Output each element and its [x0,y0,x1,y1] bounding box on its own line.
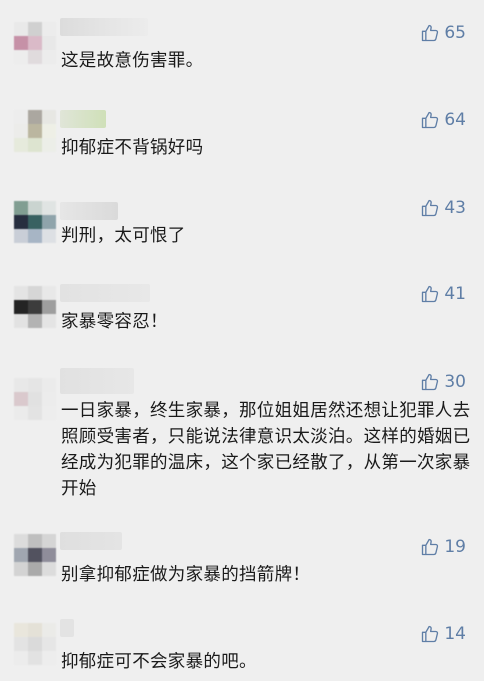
avatar[interactable] [14,201,56,243]
comment-item: 64 抑郁症不背锅好吗 [0,90,484,180]
like-count: 19 [444,537,466,557]
like-count: 43 [444,198,466,218]
like-button[interactable]: 30 [420,371,466,393]
comment-item: 19 别拿抑郁症做为家暴的挡箭牌！ [0,524,484,609]
nickname-placeholder [60,110,106,128]
like-button[interactable]: 65 [420,22,466,44]
comment-item: 65 这是故意伤害罪。 [0,0,484,90]
like-count: 30 [444,372,466,392]
nickname-placeholder [60,284,150,302]
comment-item: 41 家暴零容忍！ [0,272,484,364]
comment-text: 家暴零容忍！ [61,312,168,332]
like-count: 14 [444,624,466,644]
thumbs-up-icon [422,24,439,42]
avatar[interactable] [14,378,56,420]
like-count: 64 [444,110,466,130]
like-button[interactable]: 14 [420,623,466,645]
comment-text: 抑郁症可不会家暴的吧。 [61,652,257,672]
comment-item: 43 判刑，太可恨了 [0,180,484,272]
comment-text: 判刑，太可恨了 [61,226,186,246]
like-button[interactable]: 43 [420,197,466,219]
avatar[interactable] [14,286,56,328]
comment-text: 别拿抑郁症做为家暴的挡箭牌！ [61,565,311,585]
avatar[interactable] [14,110,56,152]
like-count: 41 [444,284,466,304]
like-button[interactable]: 64 [420,109,466,131]
like-count: 65 [444,23,466,43]
comment-text: 一日家暴，终生家暴，那位姐姐居然还想让犯罪人去照顾受害者，只能说法律意识太淡泊。… [61,401,471,499]
thumbs-up-icon [422,199,439,217]
thumbs-up-icon [422,285,439,303]
comment-item: 30 一日家暴，终生家暴，那位姐姐居然还想让犯罪人去照顾受害者，只能说法律意识太… [0,364,484,524]
nickname-placeholder [60,368,134,394]
nickname-placeholder [60,18,148,36]
avatar[interactable] [14,534,56,576]
thumbs-up-icon [422,373,439,391]
like-button[interactable]: 41 [420,283,466,305]
thumbs-up-icon [422,625,439,643]
thumbs-up-icon [422,111,439,129]
like-button[interactable]: 19 [420,536,466,558]
avatar[interactable] [14,623,56,665]
thumbs-up-icon [422,538,439,556]
nickname-placeholder [60,532,122,550]
comment-text: 抑郁症不背锅好吗 [61,138,204,158]
comment-text: 这是故意伤害罪。 [61,51,204,71]
nickname-placeholder [60,202,118,220]
comment-item: 14 抑郁症可不会家暴的吧。 [0,609,484,681]
nickname-placeholder [60,619,74,637]
avatar[interactable] [14,22,56,64]
